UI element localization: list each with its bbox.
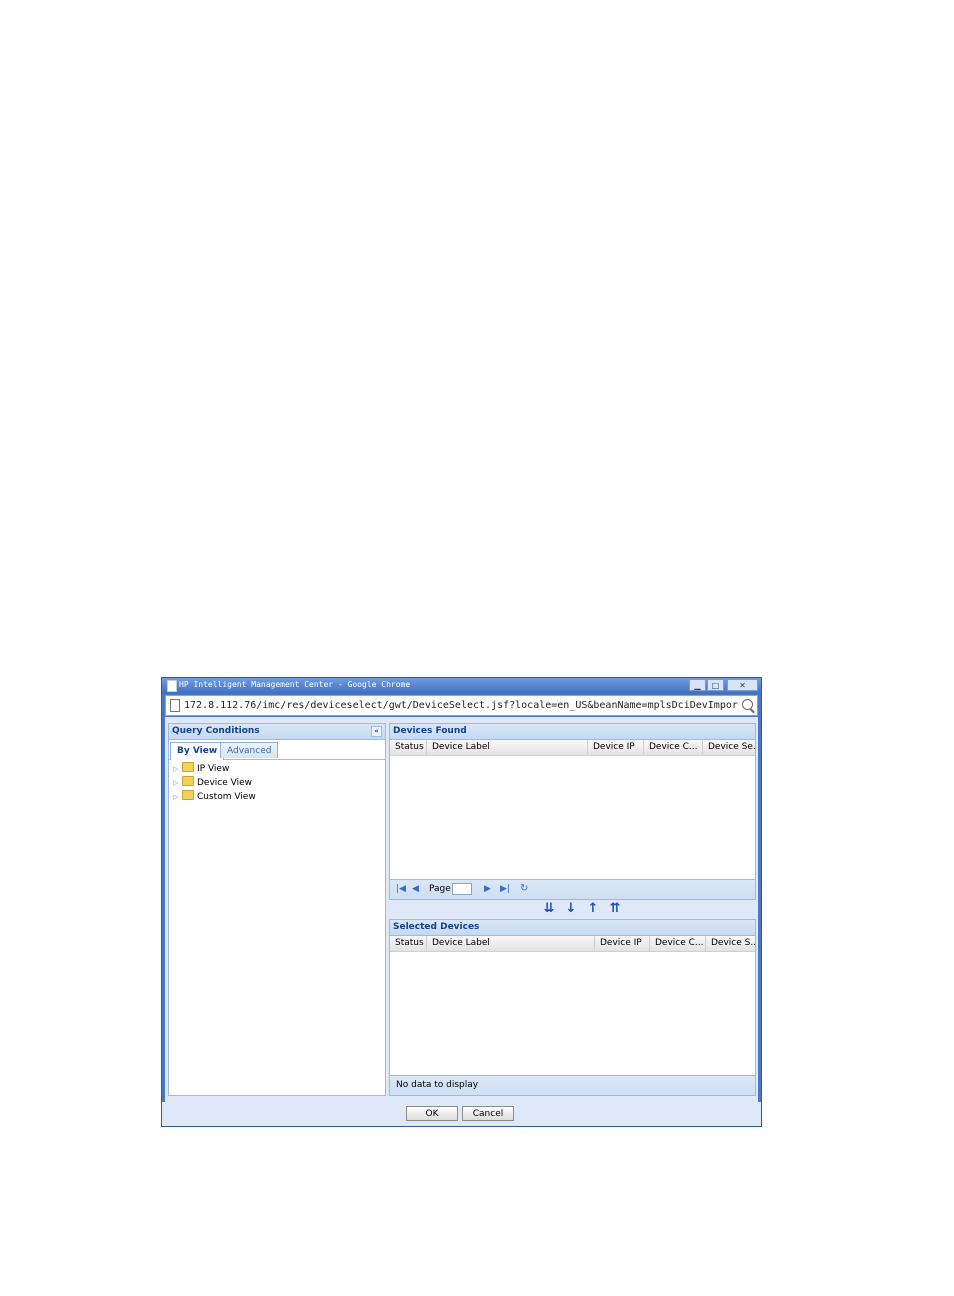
column-device-category[interactable]: Device C... — [650, 936, 706, 951]
devices-found-header: Devices Found — [390, 724, 755, 740]
view-tabs: By View Advanced — [169, 740, 385, 760]
column-device-ip[interactable]: Device IP — [595, 936, 650, 951]
devices-found-panel: Devices Found Status Device Label Device… — [389, 723, 756, 900]
close-button[interactable]: ✕ — [727, 679, 758, 691]
selected-devices-header: Selected Devices — [390, 920, 755, 936]
collapse-icon[interactable]: « — [371, 726, 382, 737]
page-icon — [167, 680, 177, 692]
add-all-icon[interactable]: ⇊ — [542, 901, 556, 916]
remove-icon[interactable]: ↑ — [586, 901, 600, 916]
query-conditions-title: Query Conditions — [172, 726, 260, 736]
expand-arrow-icon[interactable]: ▷ — [173, 790, 180, 804]
next-page-icon[interactable]: ▶ — [484, 885, 491, 894]
tab-advanced[interactable]: Advanced — [220, 742, 279, 758]
window-titlebar[interactable]: HP Intelligent Management Center - Googl… — [162, 678, 761, 694]
query-conditions-header: Query Conditions « — [169, 724, 385, 740]
page-icon — [170, 699, 180, 712]
page-label: Page — [429, 884, 451, 894]
last-page-icon[interactable]: ▶| — [500, 885, 510, 894]
window-title: HP Intelligent Management Center - Googl… — [179, 680, 411, 689]
column-device-label[interactable]: Device Label — [427, 936, 595, 951]
first-page-icon[interactable]: |◀ — [396, 885, 406, 894]
refresh-icon[interactable]: ↻ — [520, 884, 528, 894]
column-status[interactable]: Status — [390, 740, 427, 755]
selected-devices-grid-header: Status Device Label Device IP Device C..… — [390, 936, 755, 952]
browser-popup-window: HP Intelligent Management Center - Googl… — [161, 677, 762, 1127]
tree-node-custom-view[interactable]: ▷ Custom View — [173, 790, 256, 804]
url-text[interactable]: 172.8.112.76/imc/res/deviceselect/gwt/De… — [184, 700, 739, 711]
column-device-category[interactable]: Device C... — [644, 740, 703, 755]
selected-devices-panel: Selected Devices Status Device Label Dev… — [389, 919, 756, 1096]
no-data-text: No data to display — [396, 1080, 479, 1090]
folder-icon — [182, 790, 194, 800]
column-device-label[interactable]: Device Label — [427, 740, 588, 755]
devices-found-grid-header: Status Device Label Device IP Device C..… — [390, 740, 755, 756]
address-bar[interactable]: 172.8.112.76/imc/res/deviceselect/gwt/De… — [165, 695, 758, 716]
minimize-button[interactable]: ▁ — [689, 679, 706, 691]
selected-status-bar: No data to display — [390, 1075, 755, 1095]
dialog-content: Query Conditions « By View Advanced ▷ IP … — [165, 717, 758, 1102]
prev-page-icon[interactable]: ◀ — [412, 885, 419, 894]
devices-found-title: Devices Found — [393, 726, 467, 736]
page-number-input[interactable] — [452, 883, 472, 895]
search-icon[interactable] — [742, 699, 753, 710]
add-icon[interactable]: ↓ — [564, 901, 578, 916]
column-device-series[interactable]: Device Se... — [703, 740, 755, 755]
tree-node-device-view[interactable]: ▷ Device View — [173, 776, 256, 790]
folder-icon — [182, 776, 194, 786]
remove-all-icon[interactable]: ⇈ — [608, 901, 622, 916]
tree-node-label: Custom View — [197, 792, 256, 802]
folder-icon — [182, 762, 194, 772]
tree-node-label: IP View — [197, 764, 230, 774]
selected-devices-title: Selected Devices — [393, 922, 480, 932]
column-status[interactable]: Status — [390, 936, 427, 951]
query-conditions-panel: Query Conditions « By View Advanced ▷ IP … — [168, 723, 386, 1096]
expand-arrow-icon[interactable]: ▷ — [173, 762, 180, 776]
tree-node-ip-view[interactable]: ▷ IP View — [173, 762, 256, 776]
column-device-ip[interactable]: Device IP — [588, 740, 644, 755]
tree-node-label: Device View — [197, 778, 252, 788]
pagination-bar: |◀ ◀ Page ▶ ▶| ↻ — [390, 879, 755, 899]
view-tree: ▷ IP View ▷ Device View ▷ Custom View — [173, 762, 256, 804]
maximize-button[interactable]: □ — [707, 679, 724, 691]
ok-button[interactable]: OK — [406, 1106, 458, 1121]
column-device-series[interactable]: Device S... — [706, 936, 755, 951]
tab-by-view[interactable]: By View — [170, 742, 225, 760]
expand-arrow-icon[interactable]: ▷ — [173, 776, 180, 790]
cancel-button[interactable]: Cancel — [462, 1106, 514, 1121]
move-buttons-bar: ⇊ ↓ ↑ ⇈ — [389, 900, 756, 918]
dialog-footer: OK Cancel — [162, 1102, 761, 1126]
